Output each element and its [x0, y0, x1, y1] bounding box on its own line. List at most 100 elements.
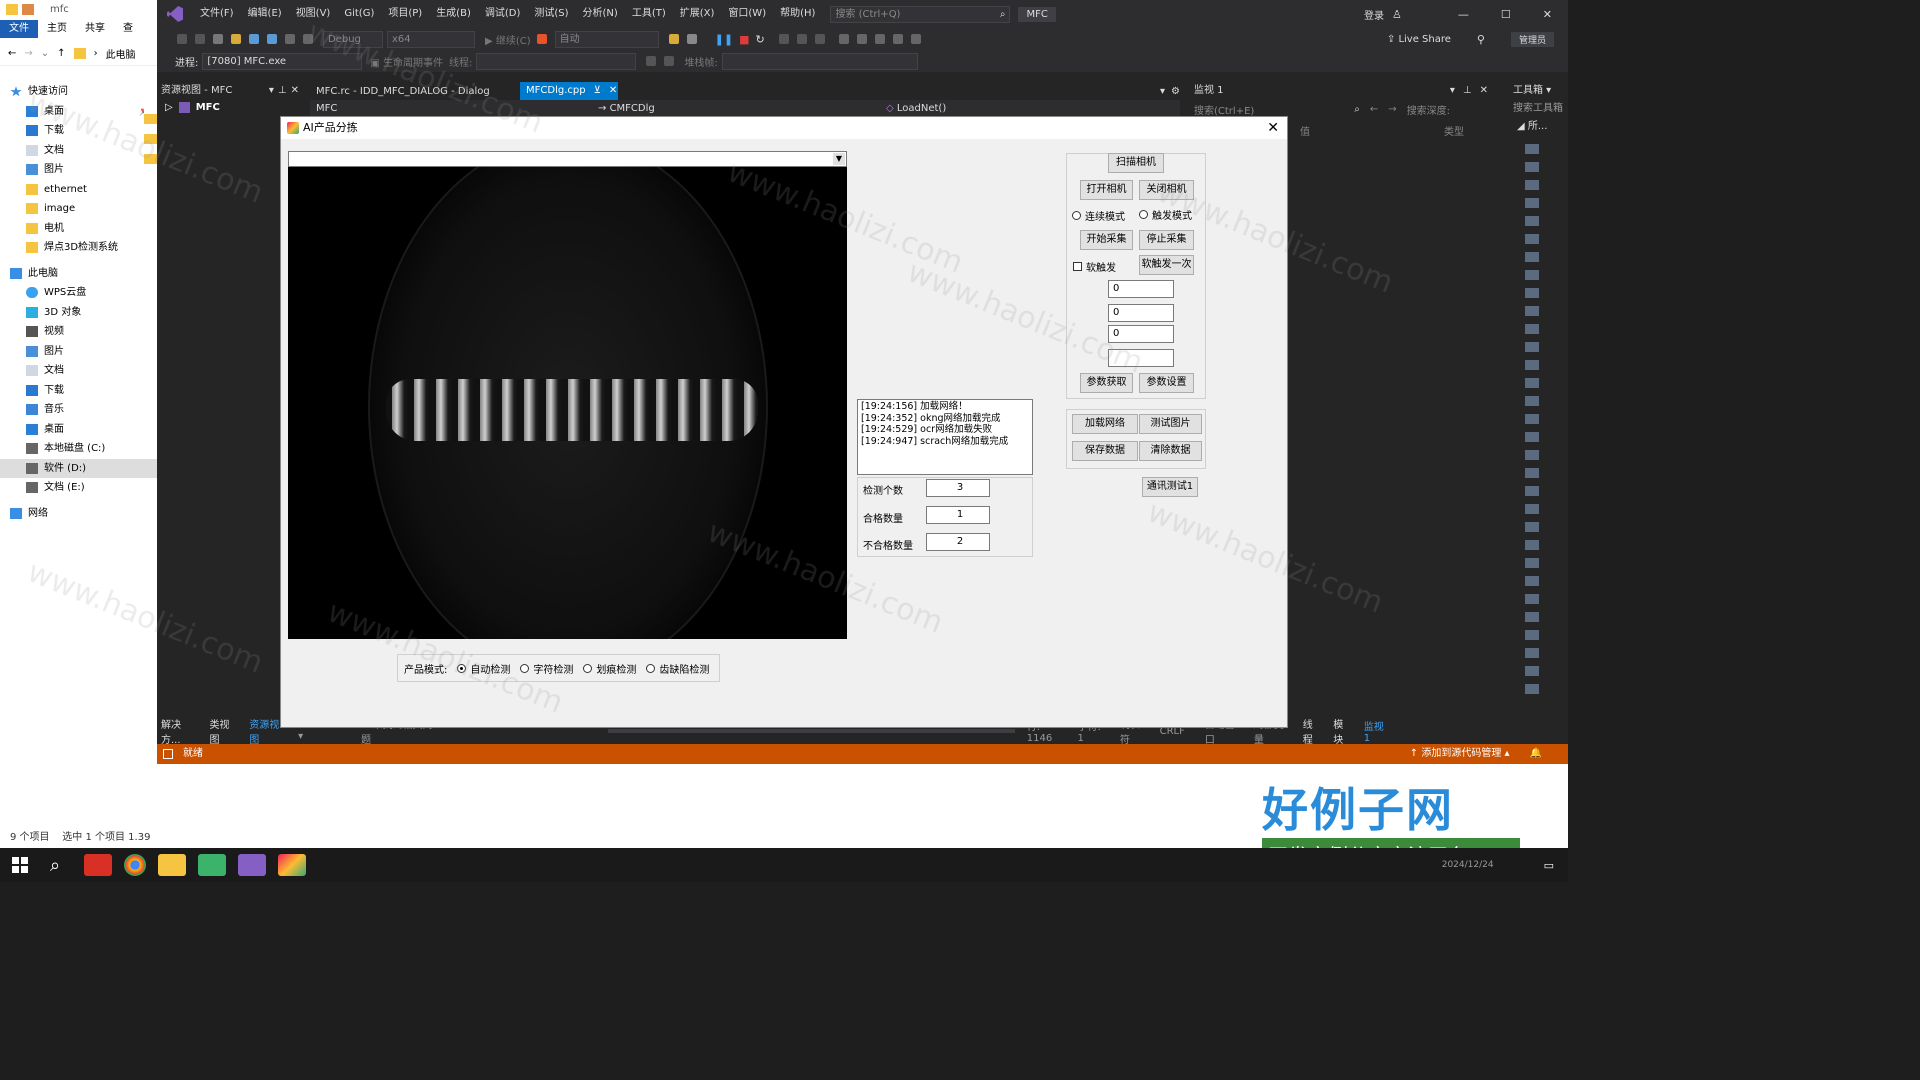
save-icon[interactable] [249, 34, 259, 44]
continue-button[interactable]: ▶ 继续(C) [485, 32, 531, 47]
load-network-button[interactable]: 加载网络 [1072, 414, 1138, 434]
redo-icon[interactable] [303, 34, 313, 44]
gear-icon[interactable]: ⚙ [1171, 86, 1180, 97]
tab-rc-dialog[interactable]: MFC.rc - IDD_MFC_DIALOG - Dialog [310, 86, 520, 97]
tab-modules[interactable]: 模块 [1333, 716, 1351, 746]
nav-project-select[interactable]: MFC [310, 103, 594, 114]
nav-item-3d-system[interactable]: 焊点3D检测系统 [26, 238, 157, 258]
nav-item-music[interactable]: 音乐 [26, 400, 157, 420]
tab-solution-explorer[interactable]: 解决方... [161, 716, 198, 746]
search-icon[interactable]: ⌕ [50, 855, 60, 876]
nav-this-pc[interactable]: 此电脑 [10, 264, 157, 284]
menu-edit[interactable]: 编辑(E) [241, 0, 289, 28]
platform-select[interactable]: x64 [387, 30, 475, 48]
tab-mfcdlg-cpp[interactable]: MFCDlg.cpp ⊻ ✕ [520, 82, 618, 100]
new-project-icon[interactable] [213, 34, 223, 44]
nav-network[interactable]: 网络 [10, 504, 157, 524]
chevron-down-icon[interactable]: ▾ [1160, 86, 1165, 97]
pass-field[interactable]: 1 [926, 506, 990, 524]
nav-item-desktop2[interactable]: 桌面 [26, 420, 157, 440]
chevron-down-icon[interactable]: ▼ [833, 153, 845, 165]
start-capture-button[interactable]: 开始采集 [1080, 230, 1133, 250]
ribbon-tab-share[interactable]: 共享 [76, 20, 114, 38]
save-data-button[interactable]: 保存数据 [1072, 441, 1138, 461]
comm-test-button[interactable]: 通讯测试1 [1142, 477, 1198, 497]
param-extra-field[interactable] [1108, 349, 1174, 367]
nav-item-documents2[interactable]: 文档 [26, 361, 157, 381]
user-icon[interactable]: ♙ [1392, 8, 1402, 21]
step-into-icon[interactable] [796, 34, 807, 44]
menu-git[interactable]: Git(G) [337, 0, 381, 28]
param-gain-field[interactable]: 0 [1108, 304, 1174, 322]
menu-debug[interactable]: 调试(D) [478, 0, 528, 28]
mode-tooth-radio[interactable]: 齿缺陷检测 [646, 661, 709, 676]
indent-icon[interactable] [874, 34, 885, 44]
log-list[interactable]: [19:24:156] 加载网络！ [19:24:352] okng网络加载完成… [857, 399, 1033, 475]
menu-test[interactable]: 测试(S) [527, 0, 575, 28]
toolbox-control-icons[interactable] [1525, 136, 1539, 696]
back-arrow-icon[interactable]: ← [1370, 104, 1378, 115]
horizontal-scrollbar[interactable] [608, 729, 1015, 733]
add-source-control[interactable]: ↑ 添加到源代码管理 ▴ [1410, 744, 1510, 764]
ribbon-tab-view[interactable]: 查 [114, 20, 142, 38]
close-icon[interactable]: ✕ [1480, 82, 1488, 100]
mode-char-radio[interactable]: 字符检测 [520, 661, 573, 676]
stop-icon[interactable]: ■ [739, 33, 749, 46]
test-image-button[interactable]: 测试图片 [1139, 414, 1202, 434]
up-arrow-icon[interactable]: ↑ [57, 48, 65, 59]
forward-arrow-icon[interactable]: → [1388, 104, 1396, 115]
config-select[interactable]: Debug [323, 30, 383, 48]
soft-trigger-once-button[interactable]: 软触发一次 [1139, 255, 1194, 275]
pin-icon[interactable]: ⚲ [1477, 33, 1485, 46]
menu-project[interactable]: 项目(P) [381, 0, 429, 28]
clear-data-button[interactable]: 清除数据 [1139, 441, 1202, 461]
tab-threads[interactable]: 线程 [1303, 716, 1321, 746]
stack-frame-select[interactable] [721, 52, 918, 70]
filter-icon[interactable] [646, 56, 657, 66]
chevron-down-icon[interactable]: ⌄ [41, 48, 49, 59]
file-explorer-app-icon[interactable] [158, 854, 187, 876]
maximize-icon[interactable]: ☐ [1501, 8, 1511, 21]
forward-icon[interactable] [195, 34, 205, 44]
close-icon[interactable]: ✕ [1543, 8, 1552, 21]
vs-search-box[interactable]: 搜索 (Ctrl+Q) ⌕ [830, 5, 1011, 23]
nav-item-downloads2[interactable]: 下载 [26, 381, 157, 401]
wps-app-icon[interactable] [84, 854, 113, 876]
back-icon[interactable] [177, 34, 187, 44]
forward-arrow-icon[interactable]: → [24, 48, 32, 59]
nav-item-motor[interactable]: 电机 [26, 219, 157, 239]
back-arrow-icon[interactable]: ← [8, 48, 16, 59]
nav-item-drive-c[interactable]: 本地磁盘 (C:) [26, 439, 157, 459]
scan-camera-button[interactable]: 扫描相机 [1108, 153, 1164, 173]
nav-item-pictures[interactable]: 图片 [26, 160, 157, 180]
tab-watch1[interactable]: 监视 1 [1364, 718, 1391, 744]
nav-item-desktop[interactable]: 桌面📌 [26, 102, 157, 122]
pin-icon[interactable]: ⊥ [1463, 82, 1472, 100]
open-file-icon[interactable] [231, 34, 241, 44]
restart-icon[interactable]: ↻ [756, 33, 765, 46]
nav-quick-access[interactable]: 快速访问 [10, 82, 157, 102]
close-camera-button[interactable]: 关闭相机 [1139, 180, 1194, 200]
watch-search-input[interactable]: 搜索(Ctrl+E) [1194, 102, 1254, 117]
undo-icon[interactable] [285, 34, 295, 44]
fail-field[interactable]: 2 [926, 533, 990, 551]
nav-item-documents[interactable]: 文档 [26, 141, 157, 161]
auto-select[interactable]: 自动 [554, 30, 659, 48]
ribbon-tab-file[interactable]: 文件 [0, 20, 38, 38]
close-icon[interactable]: ✕ [1267, 117, 1279, 139]
ribbon-tab-home[interactable]: 主页 [38, 20, 76, 38]
step-over-icon[interactable] [778, 34, 789, 44]
tab-class-view[interactable]: 类视图 [210, 716, 238, 746]
lifecycle-events[interactable]: ▣ 生命周期事件 [370, 54, 443, 69]
nav-member-select[interactable]: ◇ LoadNet() [880, 103, 1160, 114]
stop-capture-button[interactable]: 停止采集 [1139, 230, 1194, 250]
nav-class-select[interactable]: → CMFCDlg [594, 103, 880, 114]
notification-center-icon[interactable]: ▭ [1544, 859, 1554, 872]
search-icon[interactable]: ⌕ [1354, 104, 1360, 115]
menu-analyze[interactable]: 分析(N) [576, 0, 625, 28]
pause-icon[interactable]: ❚❚ [715, 33, 733, 46]
chevron-down-icon[interactable]: ▾ [269, 82, 274, 100]
login-link[interactable]: 登录 [1364, 7, 1384, 22]
close-icon[interactable]: ✕ [291, 82, 299, 100]
toolbox-header[interactable]: 工具箱 ▾ [1507, 82, 1568, 100]
